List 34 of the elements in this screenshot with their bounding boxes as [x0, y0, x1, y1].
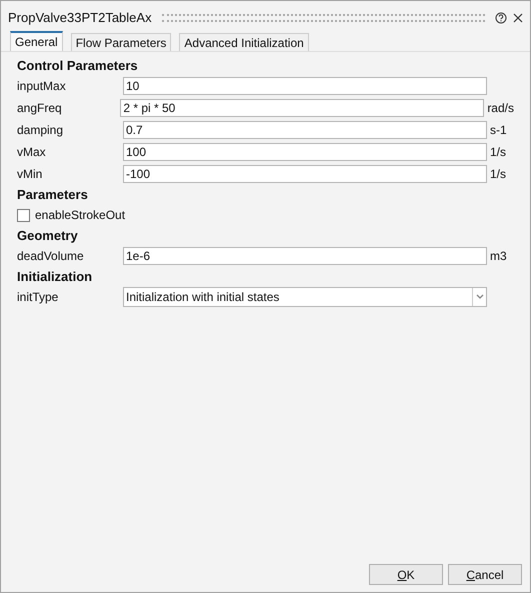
input-field[interactable]: 1e-6: [123, 247, 487, 265]
input-field[interactable]: 10: [123, 77, 487, 95]
dialog-button[interactable]: Cancel: [448, 564, 522, 585]
checkbox-label: enableStrokeOut: [35, 207, 126, 224]
window-title: PropValve33PT2TableAx: [8, 9, 152, 28]
chevron-down-icon: [472, 288, 486, 306]
tab[interactable]: Flow Parameters: [70, 33, 172, 51]
unit-label: 1/s: [490, 144, 506, 161]
field-label: angFreq: [17, 100, 63, 117]
tab[interactable]: General: [10, 31, 63, 51]
tab[interactable]: Advanced Initialization: [179, 33, 309, 51]
field-label: inputMax: [17, 78, 67, 95]
close-icon[interactable]: [513, 13, 523, 23]
input-field[interactable]: -100: [123, 165, 487, 183]
help-icon[interactable]: [495, 12, 507, 24]
field-label: deadVolume: [17, 248, 85, 265]
section-heading: Parameters: [17, 186, 88, 204]
input-field[interactable]: 100: [123, 143, 487, 161]
section-heading: Initialization: [17, 268, 92, 286]
input-field[interactable]: 2 * pi * 50: [120, 99, 484, 117]
dropdown[interactable]: Initialization with initial states: [123, 287, 487, 307]
field-label: vMax: [17, 144, 47, 161]
unit-label: 1/s: [490, 166, 506, 183]
field-label: damping: [17, 122, 64, 139]
unit-label: s-1: [490, 122, 507, 139]
input-field[interactable]: 0.7: [123, 121, 487, 139]
checkbox[interactable]: [17, 208, 30, 222]
section-heading: Geometry: [17, 227, 78, 245]
unit-label: rad/s: [487, 100, 514, 117]
dialog-button[interactable]: OK: [369, 564, 443, 585]
section-heading: Control Parameters: [17, 57, 138, 75]
field-label: vMin: [17, 166, 44, 183]
field-label: initType: [17, 289, 60, 306]
unit-label: m3: [490, 248, 507, 265]
